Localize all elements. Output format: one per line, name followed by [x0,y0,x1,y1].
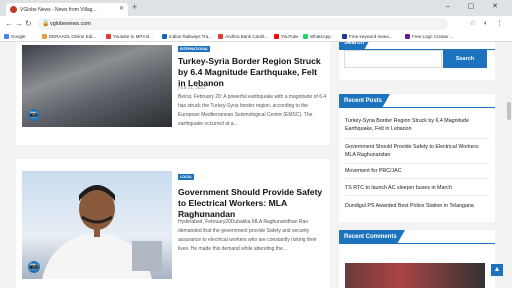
bookmarks-bar: Google DERAADL Online Edi... Youtube to … [0,32,512,42]
bookmark-item[interactable]: Indian Railways Tra... [162,34,212,39]
bookmark-item[interactable]: Free Logo Creator ... [405,34,454,39]
post-thumbnail[interactable]: 📷 [22,171,172,279]
bookmark-icon [42,34,47,39]
divider [345,195,489,196]
post-thumbnail[interactable]: 📷 [22,45,172,127]
bookmark-item[interactable]: WhatsApp [303,34,331,39]
back-to-top-icon[interactable]: ▲ [491,264,503,276]
site-favicon-icon [10,6,17,13]
post-card: 📷 INTERNATIONAL Turkey-Syria Border Regi… [16,42,330,145]
url-field[interactable]: 🔒 vglobenews.com [38,18,448,30]
bookmark-icon [218,34,223,39]
browser-tab-bar: VGlobe News - News from Villag... ✕ + – … [0,0,512,16]
post-card: 📷 LOCAL Government Should Provide Safety… [16,159,330,288]
back-arrow-icon[interactable]: ← [5,19,13,28]
search-widget: Search Search [339,42,495,80]
divider [345,138,489,139]
reload-icon[interactable]: ↻ [25,19,32,28]
lock-icon: 🔒 [42,21,50,27]
advertisement-banner[interactable] [345,263,485,288]
post-excerpt: Beirut, February 20: A powerful earthqua… [178,94,327,127]
bookmark-icon [162,34,167,39]
search-button[interactable]: Search [443,50,487,68]
recent-post-link[interactable]: TS RTC to launch AC sleeper buses in Mar… [345,184,489,192]
scrollbar-thumb[interactable] [507,102,511,120]
bookmark-item[interactable]: Free keyword resea... [342,34,393,39]
divider [345,178,489,179]
bookmark-item[interactable]: Andhra Bank Cardit... [218,34,268,39]
tab-title: VGlobe News - News from Villag... [20,7,97,13]
bookmark-icon [4,34,9,39]
camera-icon: 📷 [28,109,40,121]
extension-icons[interactable]: ☆ ◐ ⋮ [470,19,506,27]
recent-post-link[interactable]: Government Should Provide Safety to Elec… [345,143,489,159]
post-date: FEB 20, 2023 [178,211,206,216]
page-scrollbar[interactable] [506,42,512,288]
widget-title: Recent Comments [339,230,405,244]
post-date: FEB 21, 2023 [178,85,206,90]
page-content: 📷 INTERNATIONAL Turkey-Syria Border Regi… [0,42,512,288]
recent-posts-widget: Recent Posts Turkey-Syria Border Region … [339,94,495,222]
recent-post-link[interactable]: Turkey-Syria Border Region Struck by 6.4… [345,117,489,133]
bookmark-icon [405,34,410,39]
widget-title-underline [339,243,495,244]
bookmark-icon [106,34,111,39]
category-badge[interactable]: INTERNATIONAL [178,46,211,52]
bookmark-icon [342,34,347,39]
camera-icon: 📷 [28,261,40,273]
recent-post-link[interactable]: Dundigul PS Awarded Best Police Station … [345,202,489,210]
portrait-image [42,185,162,279]
widget-title: Recent Posts [339,94,391,108]
search-input[interactable] [344,50,442,68]
divider [345,163,489,164]
address-bar-row: ← → ↻ 🔒 vglobenews.com ☆ ◐ ⋮ [0,16,512,32]
category-badge[interactable]: LOCAL [178,174,195,180]
post-excerpt: Hyderabad, February20Dubakka MLA Raghuna… [178,219,317,252]
bookmark-item[interactable]: DERAADL Online Edi... [42,34,96,39]
bookmark-icon [303,34,308,39]
tab-close-icon[interactable]: ✕ [119,5,124,12]
bookmark-item[interactable]: Youtube to MP4 B... [106,34,153,39]
window-controls[interactable]: – ▢ ✕ [446,2,506,10]
recent-post-link[interactable]: Movement for PRC/JAC [345,167,489,175]
bookmark-item[interactable]: Google [4,34,26,39]
forward-arrow-icon[interactable]: → [15,19,23,28]
new-tab-button[interactable]: + [132,2,137,12]
bookmark-icon [274,34,279,39]
widget-title-underline [339,107,495,108]
url-text: vglobenews.com [50,21,91,27]
bookmark-item[interactable]: YouTube [274,34,299,39]
browser-tab[interactable]: VGlobe News - News from Villag... ✕ [6,3,128,16]
